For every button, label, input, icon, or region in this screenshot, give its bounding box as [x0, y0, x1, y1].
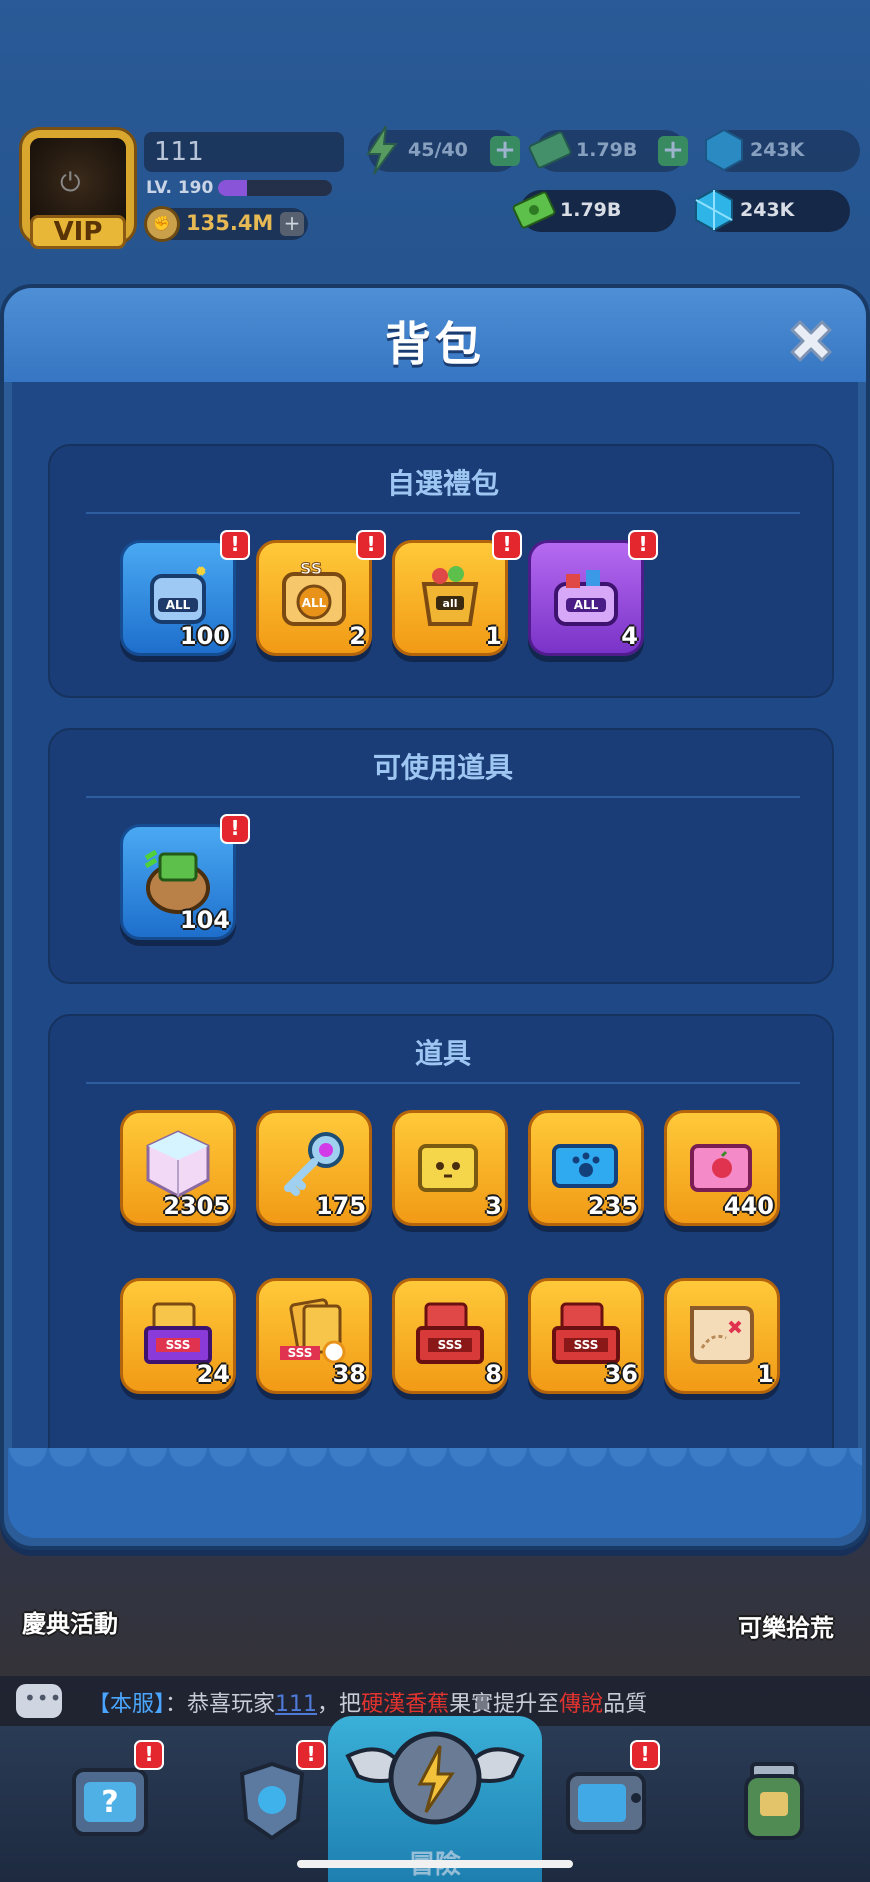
svg-text:ALL: ALL — [166, 598, 191, 612]
item-quantity: 100 — [179, 622, 230, 650]
jar-icon — [744, 1762, 804, 1840]
nav-tab-tv[interactable]: ! — [556, 1740, 660, 1850]
item-quantity: 38 — [332, 1360, 366, 1388]
inventory-item-yellow-ticket[interactable]: 3 — [392, 1110, 508, 1228]
server-tag: 【本服】 — [88, 1692, 166, 1717]
section-title: 可使用道具 — [372, 751, 513, 784]
svg-text:ALL: ALL — [574, 598, 599, 612]
panel-footer — [8, 1448, 862, 1538]
svg-text:SSS: SSS — [438, 1338, 463, 1352]
inventory-item-ss-all-chest[interactable]: ALL SS 2! — [256, 530, 386, 658]
item-quantity: 2305 — [163, 1192, 230, 1220]
ss-all-chest-icon: ALL SS — [274, 554, 354, 634]
item-quantity: 4 — [621, 622, 638, 650]
home-indicator — [297, 1860, 573, 1868]
chat-sep: ： — [165, 1692, 188, 1717]
close-button[interactable] — [778, 310, 844, 376]
chat-middle2: 果實提升至 — [449, 1692, 560, 1717]
inventory-item-sss-purple-envelope[interactable]: SSS 24 — [120, 1278, 236, 1396]
inventory-item-rainbow-cube[interactable]: 2305 — [120, 1110, 236, 1228]
backpack-panel: 背包 自選禮包 ALL 100! ALL SS 2! all 1! ALL 4! 可使用道具 1… — [0, 284, 870, 1550]
chat-item: 硬漢香蕉 — [361, 1692, 450, 1717]
yellow-ticket-icon — [410, 1124, 490, 1204]
chat-player-link[interactable]: 111 — [275, 1692, 317, 1717]
all-purple-chest-icon: ALL — [546, 554, 626, 634]
alert-badge: ! — [220, 814, 250, 844]
panel-body[interactable]: 自選禮包 ALL 100! ALL SS 2! all 1! ALL 4! 可使用道具 104!… — [12, 382, 858, 1474]
svg-text:SS: SS — [300, 559, 322, 578]
alert-badge: ! — [630, 1740, 660, 1770]
chat-icon[interactable] — [16, 1684, 62, 1718]
inventory-item-all-bag[interactable]: all 1! — [392, 530, 522, 658]
chat-middle: ，把 — [317, 1692, 362, 1717]
svg-text:?: ? — [101, 1785, 118, 1820]
section-title: 自選禮包 — [386, 467, 499, 500]
divider — [86, 512, 800, 514]
section-title: 道具 — [414, 1037, 471, 1070]
alert-badge: ! — [220, 530, 250, 560]
section-usable-items: 可使用道具 104! — [48, 728, 834, 984]
divider — [86, 1082, 800, 1084]
alert-badge: ! — [134, 1740, 164, 1770]
panel-title: 背包 — [385, 317, 485, 371]
inventory-item-pink-ticket[interactable]: 440 — [664, 1110, 780, 1228]
item-quantity: 1 — [757, 1360, 774, 1388]
sss-red-envelope-icon: SSS — [410, 1292, 490, 1372]
divider — [86, 796, 800, 798]
chat-prefix: 恭喜玩家 — [187, 1692, 276, 1717]
item-quantity: 36 — [604, 1360, 638, 1388]
chat-suffix: 品質 — [603, 1692, 648, 1717]
item-quantity: 104 — [179, 906, 230, 934]
nav-tab-quests[interactable]: ? ! — [60, 1740, 164, 1850]
alert-badge: ! — [296, 1740, 326, 1770]
nav-tab-jar[interactable] — [724, 1750, 824, 1850]
inventory-item-sss-red-envelope[interactable]: SSS 8 — [392, 1278, 508, 1396]
cola-scavenge-label[interactable]: 可樂拾荒 — [738, 1608, 834, 1643]
nav-tab-adventure[interactable]: 冒險 — [328, 1716, 542, 1882]
fist-wings-icon — [345, 1731, 525, 1825]
svg-text:SSS: SSS — [288, 1346, 313, 1360]
section-items: 道具 2305 175 3 235 440 SSS 24 SSS 38 SSS 8 SSS 36 1 — [48, 1014, 834, 1474]
item-quantity: 24 — [196, 1360, 230, 1388]
item-quantity: 3 — [485, 1192, 502, 1220]
section-selectable-packs: 自選禮包 ALL 100! ALL SS 2! all 1! ALL 4! — [48, 444, 834, 698]
all-bag-icon: all — [410, 554, 490, 634]
item-quantity: 8 — [485, 1360, 502, 1388]
inventory-item-gem-key[interactable]: 175 — [256, 1110, 372, 1228]
item-quantity: 440 — [723, 1192, 774, 1220]
nav-tab-gear[interactable]: ! — [222, 1740, 326, 1850]
item-quantity: 235 — [587, 1192, 638, 1220]
item-quantity: 175 — [315, 1192, 366, 1220]
item-quantity: 2 — [349, 622, 366, 650]
chat-quality: 傳說 — [559, 1692, 604, 1717]
alert-badge: ! — [356, 530, 386, 560]
inventory-item-money-bag[interactable]: 104! — [120, 814, 250, 942]
inventory-item-treasure-map[interactable]: 1 — [664, 1278, 780, 1396]
svg-text:ALL: ALL — [302, 596, 327, 610]
chat-message: 【本服】：恭喜玩家111，把硬漢香蕉果實提升至傳說品質 — [88, 1686, 647, 1718]
svg-text:SSS: SSS — [574, 1338, 599, 1352]
festival-event-label[interactable]: 慶典活動 — [22, 1604, 118, 1639]
close-icon — [790, 320, 832, 362]
item-quantity: 1 — [485, 622, 502, 650]
treasure-map-icon — [682, 1292, 762, 1372]
inventory-item-paw-ticket[interactable]: 235 — [528, 1110, 644, 1228]
svg-text:all: all — [443, 597, 458, 610]
alert-badge: ! — [492, 530, 522, 560]
alert-badge: ! — [628, 530, 658, 560]
inventory-item-all-purple-chest[interactable]: ALL 4! — [528, 530, 658, 658]
inventory-item-sss-gold-cards[interactable]: SSS 38 — [256, 1278, 372, 1396]
inventory-item-sss-red-envelope-2[interactable]: SSS 36 — [528, 1278, 644, 1396]
inventory-item-all-gear-chest[interactable]: ALL 100! — [120, 530, 250, 658]
svg-text:SSS: SSS — [166, 1338, 191, 1352]
